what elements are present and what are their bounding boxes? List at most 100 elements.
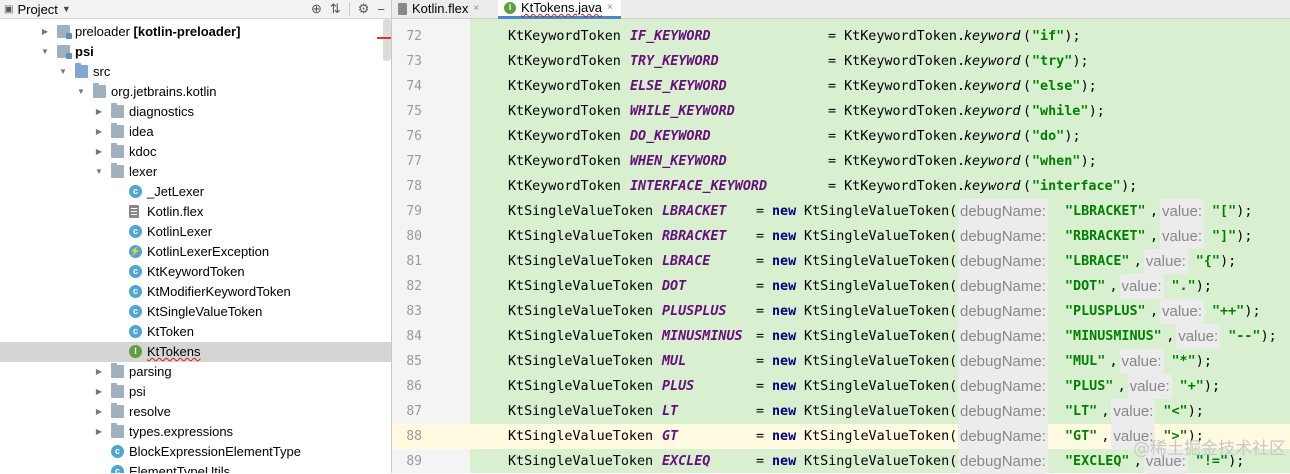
- tree-item[interactable]: c ElementTypeUtils: [0, 462, 391, 473]
- tree-item[interactable]: c KtKeywordToken: [0, 262, 391, 282]
- code-line[interactable]: KtKeywordToken IF_KEYWORD = KtKeywordToken…: [470, 24, 1290, 49]
- chevron-right-icon[interactable]: ▶: [94, 402, 104, 422]
- tree-item[interactable]: ⚡ KotlinLexerException: [0, 242, 391, 262]
- line-number[interactable]: 83: [392, 299, 422, 324]
- line-number[interactable]: 73: [392, 49, 422, 74]
- parameter-hint-debugname: debugName:: [958, 199, 1048, 224]
- line-number-text: 86: [406, 379, 422, 394]
- code-line[interactable]: KtKeywordToken INTERFACE_KEYWORD = KtKeywo…: [470, 174, 1290, 199]
- chevron-right-icon[interactable]: ▶: [40, 22, 50, 42]
- code-line[interactable]: KtSingleValueToken DOT = new KtSingleValue…: [470, 274, 1290, 299]
- tree-item[interactable]: c KtToken: [0, 322, 391, 342]
- line-number[interactable]: 86: [392, 374, 422, 399]
- tree-item[interactable]: ▶ kdoc: [0, 142, 391, 162]
- package-folder-icon: [111, 163, 124, 178]
- tab-kotlin-flex[interactable]: Kotlin.flex ×: [392, 0, 487, 18]
- line-number[interactable]: 77: [392, 149, 422, 174]
- token-name: PLUSPLUS: [662, 304, 727, 319]
- line-number[interactable]: 74: [392, 74, 422, 99]
- tree-item[interactable]: ▼ src: [0, 62, 391, 82]
- project-title[interactable]: Project: [17, 2, 57, 17]
- line-number[interactable]: 88: [392, 424, 470, 449]
- constructor-call: = KtKeywordToken.: [828, 104, 966, 119]
- tree-item[interactable]: c KtModifierKeywordToken: [0, 282, 391, 302]
- line-number[interactable]: 82: [392, 274, 422, 299]
- chevron-down-icon[interactable]: ▼: [76, 82, 86, 102]
- tree-item[interactable]: ▶ parsing: [0, 362, 391, 382]
- tree-item[interactable]: Kotlin.flex: [0, 202, 391, 222]
- code-line[interactable]: KtKeywordToken WHEN_KEYWORD = KtKeywordTok…: [470, 149, 1290, 174]
- chevron-right-icon[interactable]: ▶: [94, 382, 104, 402]
- collapse-all-icon[interactable]: ⇅: [330, 1, 341, 17]
- value-string: "+": [1179, 379, 1204, 394]
- tree-item[interactable]: ▶ idea: [0, 122, 391, 142]
- code-line[interactable]: KtSingleValueToken PLUSPLUS = new KtSingle…: [470, 299, 1290, 324]
- chevron-right-icon[interactable]: ▶: [94, 142, 104, 162]
- chevron-down-icon[interactable]: ▼: [62, 4, 71, 14]
- project-scrollbar[interactable]: [383, 19, 391, 61]
- line-number[interactable]: 87: [392, 399, 422, 424]
- tree-item[interactable]: ▼ psi: [0, 42, 391, 62]
- chevron-down-icon[interactable]: ▼: [40, 42, 50, 62]
- tree-item[interactable]: c _JetLexer: [0, 182, 391, 202]
- tree-item[interactable]: ▶ resolve: [0, 402, 391, 422]
- line-number[interactable]: 85: [392, 349, 422, 374]
- locate-icon[interactable]: ⊕: [311, 1, 322, 17]
- chevron-right-icon[interactable]: ▶: [94, 102, 104, 122]
- tree-item[interactable]: ▶ psi: [0, 382, 391, 402]
- tab-kttokens-java[interactable]: I KtTokens.java ×: [498, 0, 621, 19]
- tree-item[interactable]: ▶ preloader [kotlin-preloader]: [0, 22, 391, 42]
- editor-tab-bar: Kotlin.flex × I KtTokens.java ×: [392, 0, 1290, 19]
- chevron-right-icon[interactable]: ▶: [94, 122, 104, 142]
- comma: ,: [1150, 304, 1159, 319]
- token-type: KtSingleValueToken: [508, 379, 654, 394]
- line-number-text: 78: [406, 179, 422, 194]
- value-string: ".": [1171, 279, 1196, 294]
- line-number[interactable]: 84: [392, 324, 422, 349]
- token-name: IF_KEYWORD: [630, 29, 711, 44]
- code-line[interactable]: KtSingleValueToken MUL = new KtSingleValue…: [470, 349, 1290, 374]
- line-number[interactable]: 79: [392, 199, 422, 224]
- code-line[interactable]: KtSingleValueToken MINUSMINUS = new KtSing…: [470, 324, 1290, 349]
- close-icon[interactable]: ×: [473, 0, 479, 18]
- tree-item[interactable]: ▶ types.expressions: [0, 422, 391, 442]
- tree-item[interactable]: I KtTokens: [0, 342, 391, 362]
- line-number[interactable]: 80: [392, 224, 422, 249]
- code-line[interactable]: KtKeywordToken ELSE_KEYWORD = KtKeywordTok…: [470, 74, 1290, 99]
- line-number[interactable]: 75: [392, 99, 422, 124]
- chevron-down-icon[interactable]: ▼: [94, 162, 104, 182]
- close-icon[interactable]: ×: [607, 0, 613, 17]
- watermark: @稀土掘金技术社区: [1133, 439, 1286, 459]
- code-line[interactable]: KtSingleValueToken PLUS = new KtSingleValu…: [470, 374, 1290, 399]
- line-number[interactable]: 76: [392, 124, 422, 149]
- chevron-down-icon[interactable]: ▼: [58, 62, 68, 82]
- tree-item[interactable]: c KtSingleValueToken: [0, 302, 391, 322]
- code-line[interactable]: KtSingleValueToken LBRACKET = new KtSingle…: [470, 199, 1290, 224]
- code-line[interactable]: KtKeywordToken WHILE_KEYWORD = KtKeywordTo…: [470, 99, 1290, 124]
- chevron-right-icon[interactable]: ▶: [94, 362, 104, 382]
- token-name: MINUSMINUS: [662, 329, 743, 344]
- tree-item[interactable]: ▼ lexer: [0, 162, 391, 182]
- line-number-text: 82: [406, 279, 422, 294]
- tree-item[interactable]: c KotlinLexer: [0, 222, 391, 242]
- code-line[interactable]: KtSingleValueToken LT = new KtSingleValueT…: [470, 399, 1290, 424]
- code-line[interactable]: KtSingleValueToken LBRACE = new KtSingleVa…: [470, 249, 1290, 274]
- hide-icon[interactable]: −: [377, 2, 385, 17]
- tree-item-label: KtSingleValueToken: [147, 304, 263, 319]
- close-paren: );: [1080, 154, 1097, 169]
- chevron-right-icon[interactable]: ▶: [94, 422, 104, 442]
- code-line[interactable]: KtSingleValueToken RBRACKET = new KtSingle…: [470, 224, 1290, 249]
- line-number[interactable]: 72: [392, 24, 422, 49]
- parameter-hint-debugname: debugName:: [958, 324, 1048, 349]
- code-line[interactable]: KtKeywordToken DO_KEYWORD = KtKeywordToken…: [470, 124, 1290, 149]
- tree-item[interactable]: c BlockExpressionElementType: [0, 442, 391, 462]
- tree-item-label: src: [93, 64, 111, 79]
- line-number[interactable]: 78: [392, 174, 422, 199]
- line-number[interactable]: 89: [392, 449, 422, 474]
- gear-icon[interactable]: ⚙: [358, 1, 370, 17]
- code-line[interactable]: KtKeywordToken TRY_KEYWORD = KtKeywordToke…: [470, 49, 1290, 74]
- line-number[interactable]: 81: [392, 249, 422, 274]
- tree-item[interactable]: ▼ org.jetbrains.kotlin: [0, 82, 391, 102]
- new-keyword: new: [772, 379, 797, 394]
- tree-item[interactable]: ▶ diagnostics: [0, 102, 391, 122]
